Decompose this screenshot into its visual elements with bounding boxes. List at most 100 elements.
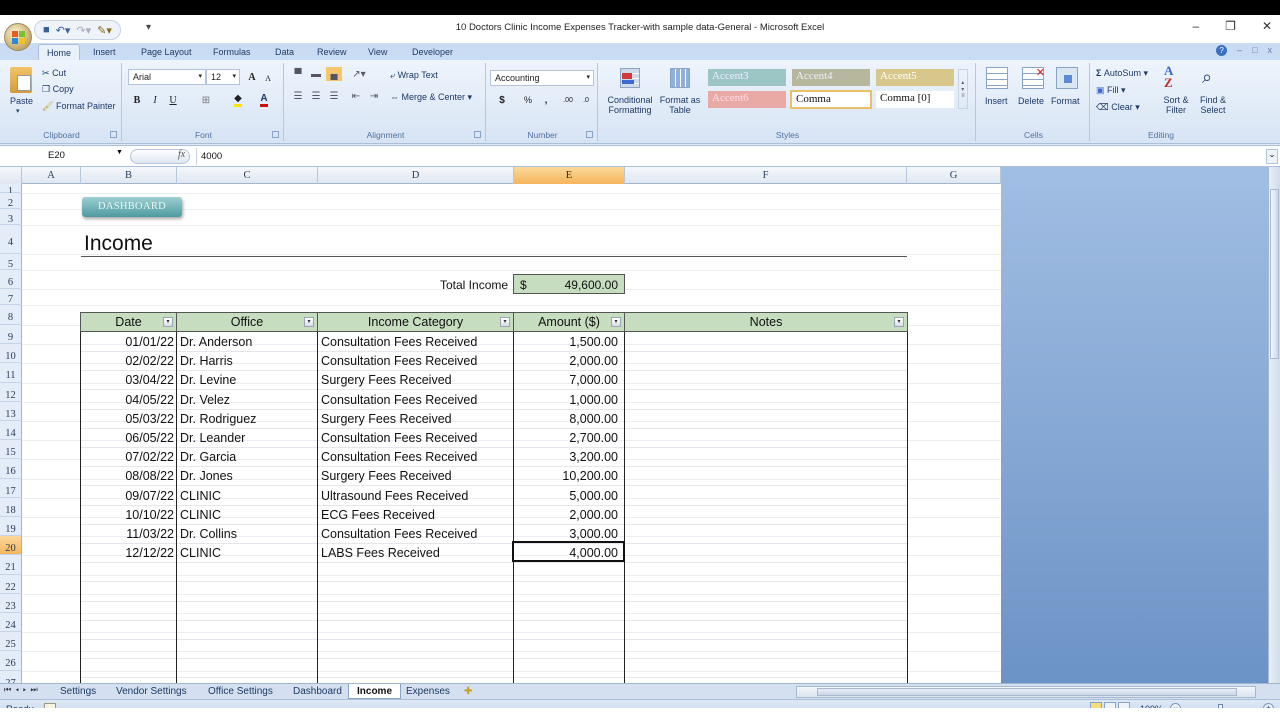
cell-date[interactable]: 11/03/22 (80, 525, 174, 544)
number-launcher[interactable] (586, 131, 593, 138)
cell-amount[interactable]: 1,000.00 (513, 391, 618, 410)
row-header-13[interactable]: 13 (0, 401, 22, 421)
cell-category[interactable]: Consultation Fees Received (321, 448, 511, 467)
cell-office[interactable]: Dr. Rodriguez (180, 410, 315, 429)
cell-notes[interactable] (628, 506, 903, 525)
style-accent6[interactable]: Accent6 (708, 91, 786, 108)
filter-dropdown-icon[interactable]: ▾ (500, 317, 510, 327)
row-header-3[interactable]: 3 (0, 209, 22, 225)
cell-notes[interactable] (628, 621, 903, 640)
cell-category[interactable] (321, 583, 511, 602)
cell-amount[interactable] (513, 621, 618, 640)
italic-button[interactable]: I (148, 92, 162, 108)
cell-date[interactable]: 07/02/22 (80, 448, 174, 467)
format-as-table-icon[interactable] (668, 65, 692, 91)
decrease-indent-button[interactable]: ⇤ (348, 89, 364, 103)
fill-color-button[interactable]: ◆ (228, 92, 248, 108)
formula-input[interactable]: 4000 (196, 148, 1256, 165)
column-header-e[interactable]: E (514, 167, 625, 184)
underline-button[interactable]: U (166, 92, 180, 108)
format-painter-button[interactable]: 🖌 Format Painter (42, 101, 115, 112)
name-box-dropdown-icon[interactable]: ▼ (116, 149, 123, 156)
cell-amount[interactable]: 3,200.00 (513, 448, 618, 467)
row-header-2[interactable]: 2 (0, 193, 22, 209)
insert-cells-button[interactable]: Insert (985, 96, 1008, 106)
close-button[interactable]: ✕ (1262, 19, 1272, 33)
cell-amount[interactable]: 5,000.00 (513, 487, 618, 506)
insert-cells-icon[interactable] (986, 67, 1008, 89)
column-header-a[interactable]: A (22, 167, 81, 184)
cell-notes[interactable] (628, 544, 903, 563)
cell-notes[interactable] (628, 391, 903, 410)
top-align-button[interactable]: ▀ (290, 67, 306, 81)
conditional-formatting-button[interactable]: Conditional Formatting (604, 95, 656, 115)
paste-icon[interactable] (10, 67, 32, 93)
cell-category[interactable]: Consultation Fees Received (321, 352, 511, 371)
cell-office[interactable]: Dr. Harris (180, 352, 315, 371)
row-header-16[interactable]: 16 (0, 459, 22, 479)
row-header-25[interactable]: 25 (0, 632, 22, 652)
font-name-select[interactable]: Arial ▾ (128, 69, 206, 85)
dashboard-button[interactable]: DASHBOARD (82, 197, 182, 217)
sheet-tab-office-settings[interactable]: Office Settings (200, 684, 281, 699)
cell-date[interactable] (80, 602, 174, 621)
cell-category[interactable] (321, 602, 511, 621)
style-accent5[interactable]: Accent5 (876, 69, 954, 86)
cell-date[interactable] (80, 640, 174, 659)
row-header-23[interactable]: 23 (0, 593, 22, 613)
align-right-button[interactable]: ☰ (326, 89, 342, 103)
cell-office[interactable]: Dr. Collins (180, 525, 315, 544)
row-header-11[interactable]: 11 (0, 363, 22, 383)
format-cells-button[interactable]: Format (1051, 96, 1080, 106)
font-launcher[interactable] (272, 131, 279, 138)
cell-office[interactable]: Dr. Anderson (180, 333, 315, 352)
filter-dropdown-icon[interactable]: ▾ (611, 317, 621, 327)
cell-amount[interactable] (513, 563, 618, 582)
cell-amount[interactable]: 2,000.00 (513, 352, 618, 371)
sheet-tab-settings[interactable]: Settings (52, 684, 104, 699)
cell-category[interactable]: LABS Fees Received (321, 544, 511, 563)
row-header-1[interactable]: 1 (0, 184, 22, 197)
cell-amount[interactable]: 1,500.00 (513, 333, 618, 352)
bold-button[interactable]: B (130, 92, 144, 108)
row-header-26[interactable]: 26 (0, 651, 22, 671)
cell-category[interactable] (321, 659, 511, 678)
increase-indent-button[interactable]: ⇥ (366, 89, 382, 103)
cell-office[interactable]: CLINIC (180, 506, 315, 525)
row-header-9[interactable]: 9 (0, 325, 22, 345)
tab-review[interactable]: Review (309, 44, 355, 60)
grow-font-button[interactable]: A (244, 69, 260, 85)
bottom-align-button[interactable]: ▄ (326, 67, 342, 81)
row-header-8[interactable]: 8 (0, 305, 22, 325)
increase-decimal-button[interactable]: .00 (560, 92, 576, 108)
total-income-cell[interactable]: $ 49,600.00 (513, 274, 625, 294)
sheet-nav-arrows[interactable]: ⏮◂▸⏭ (4, 685, 42, 695)
cell-date[interactable]: 10/10/22 (80, 506, 174, 525)
cell-office[interactable] (180, 621, 315, 640)
conditional-formatting-icon[interactable] (618, 65, 642, 91)
workbook-minimize-button[interactable]: – (1237, 45, 1242, 56)
vertical-scrollbar[interactable] (1268, 167, 1280, 683)
row-header-15[interactable]: 15 (0, 440, 22, 460)
alignment-launcher[interactable] (474, 131, 481, 138)
horizontal-scrollbar[interactable] (796, 686, 1256, 698)
row-header-7[interactable]: 7 (0, 289, 22, 305)
row-header-20[interactable]: 20 (0, 536, 22, 556)
horizontal-scroll-thumb[interactable] (817, 688, 1237, 696)
cell-office[interactable]: CLINIC (180, 544, 315, 563)
orientation-button[interactable]: ↗▾ (348, 67, 370, 81)
cell-office[interactable] (180, 659, 315, 678)
styles-gallery-scroll[interactable]: ▴ ▾ ≡ (958, 69, 968, 109)
font-color-button[interactable]: A (254, 92, 274, 108)
binoculars-icon[interactable]: ⌕ (1202, 67, 1224, 89)
cell-amount[interactable]: 10,200.00 (513, 467, 618, 486)
cell-category[interactable]: Consultation Fees Received (321, 525, 511, 544)
paste-button[interactable]: Paste (10, 96, 33, 106)
cell-notes[interactable] (628, 525, 903, 544)
cell-office[interactable]: Dr. Jones (180, 467, 315, 486)
cell-notes[interactable] (628, 487, 903, 506)
row-header-27[interactable]: 27 (0, 670, 22, 683)
vertical-scroll-thumb[interactable] (1270, 189, 1279, 359)
cell-date[interactable] (80, 583, 174, 602)
borders-button[interactable]: ⊞ (196, 92, 216, 108)
